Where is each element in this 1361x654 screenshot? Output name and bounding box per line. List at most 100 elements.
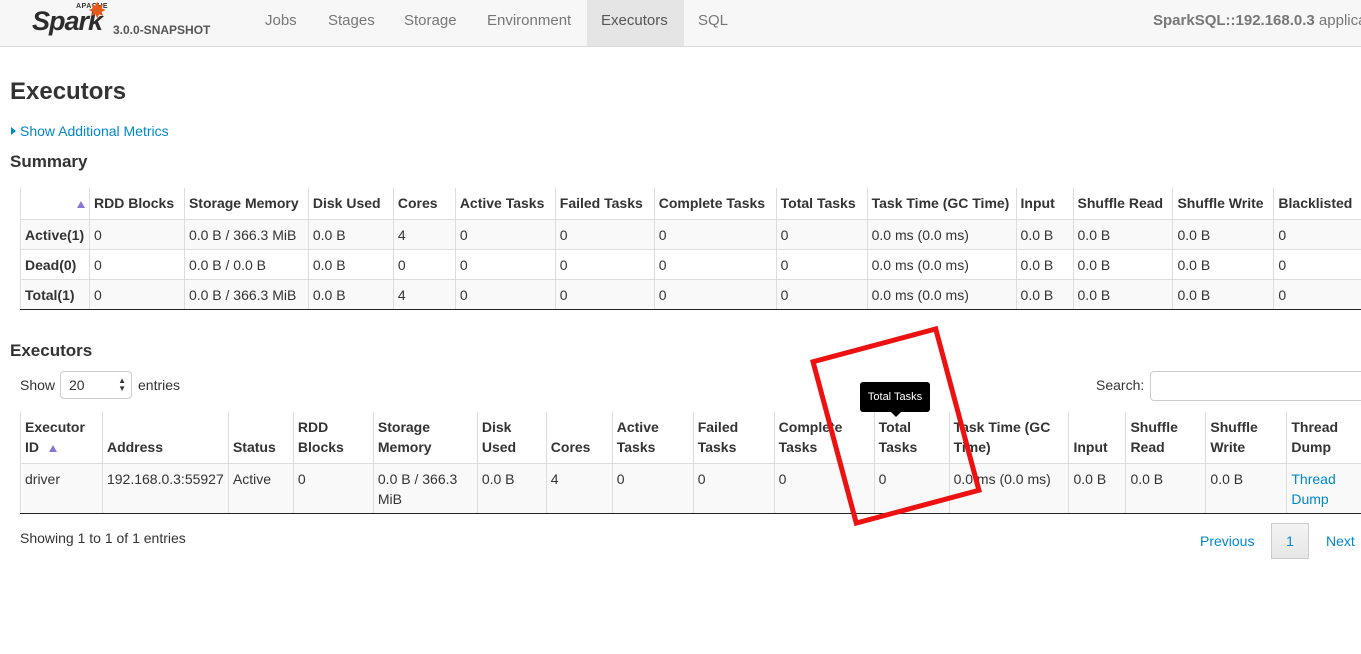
table-cell: 0	[292, 463, 374, 514]
show-additional-metrics-label: Show Additional Metrics	[20, 123, 169, 139]
summary-col-label[interactable]	[20, 188, 90, 220]
col-thread-dump[interactable]: Thread Dump	[1286, 412, 1361, 464]
summary-col-cores[interactable]: Cores	[392, 188, 456, 220]
table-cell: 0.0 B	[1015, 279, 1074, 310]
col-status[interactable]: Status	[227, 412, 294, 464]
table-cell: 0	[653, 249, 777, 280]
col-input[interactable]: Input	[1068, 412, 1126, 464]
table-cell: 0.0 B	[1015, 219, 1074, 250]
table-cell: 0.0 B	[1072, 219, 1173, 250]
table-cell: 0	[554, 249, 655, 280]
table-cell: 4	[392, 219, 456, 250]
executors-header-row: Executor ID Address Status RDD Blocks St…	[20, 412, 1361, 464]
col-total-tasks[interactable]: Total Tasks	[873, 412, 950, 464]
show-label: Show	[20, 377, 56, 393]
table-cell: 0	[454, 249, 556, 280]
col-complete-tasks[interactable]: Complete Tasks	[773, 412, 875, 464]
col-rdd-blocks[interactable]: RDD Blocks	[292, 412, 374, 464]
table-cell: driver	[20, 463, 103, 514]
col-failed-tasks[interactable]: Failed Tasks	[692, 412, 775, 464]
summary-col-rdd-blocks[interactable]: RDD Blocks	[88, 188, 185, 220]
table-cell: 0	[88, 219, 185, 250]
version-label: 3.0.0-SNAPSHOT	[113, 23, 211, 37]
table-cell: 0	[653, 219, 777, 250]
table-cell: 0	[773, 463, 875, 514]
table-cell: 0.0 B	[1172, 279, 1274, 310]
summary-col-total-tasks[interactable]: Total Tasks	[775, 188, 868, 220]
table-cell: 0	[692, 463, 775, 514]
summary-col-complete-tasks[interactable]: Complete Tasks	[653, 188, 777, 220]
summary-col-active-tasks[interactable]: Active Tasks	[454, 188, 556, 220]
app-title-name: SparkSQL::192.168.0.3	[1153, 12, 1315, 29]
app-title-suffix: applica	[1318, 12, 1361, 29]
table-cell: Dead(0)	[20, 249, 90, 280]
col-disk-used[interactable]: Disk Used	[476, 412, 547, 464]
tab-sql[interactable]: SQL	[684, 0, 742, 46]
col-task-time[interactable]: Task Time (GC Time)	[948, 412, 1069, 464]
entries-label: entries	[138, 377, 181, 393]
table-cell: 0	[392, 249, 456, 280]
summary-row-total: Total(1) 0 0.0 B / 366.3 MiB 0.0 B 4 0 0…	[20, 279, 1361, 310]
table-cell: 0.0 ms (0.0 ms)	[948, 463, 1069, 514]
table-cell: 0.0 ms (0.0 ms)	[866, 279, 1017, 310]
table-cell: Total(1)	[20, 279, 90, 310]
app-title: SparkSQL::192.168.0.3 applica	[1153, 12, 1361, 29]
summary-col-storage-memory[interactable]: Storage Memory	[183, 188, 309, 220]
table-cell: 0.0 B	[1205, 463, 1287, 514]
pagination-previous[interactable]: Previous	[1200, 533, 1254, 549]
tab-stages[interactable]: Stages	[314, 0, 389, 46]
sort-asc-icon	[48, 445, 57, 452]
select-arrows-icon: ▲ ▼	[118, 376, 126, 393]
table-cell: 0	[775, 249, 868, 280]
tab-jobs[interactable]: Jobs	[251, 0, 311, 46]
page-size-value: 20	[69, 377, 85, 393]
col-executor-id[interactable]: Executor ID	[20, 412, 103, 464]
tab-environment[interactable]: Environment	[473, 0, 585, 46]
table-cell: 0	[454, 219, 556, 250]
summary-col-shuffle-read[interactable]: Shuffle Read	[1072, 188, 1173, 220]
table-cell: 0.0 B	[1072, 279, 1173, 310]
table-cell: 0	[873, 463, 950, 514]
table-cell-thread-dump: Thread Dump	[1286, 463, 1361, 514]
table-cell: 0	[1273, 219, 1361, 250]
search-input[interactable]	[1150, 371, 1361, 401]
table-cell: 0	[611, 463, 694, 514]
tab-storage[interactable]: Storage	[390, 0, 471, 46]
table-cell: 0	[653, 279, 777, 310]
pagination-page-1[interactable]: 1	[1271, 523, 1309, 559]
col-cores[interactable]: Cores	[545, 412, 613, 464]
col-address[interactable]: Address	[101, 412, 229, 464]
summary-table: RDD Blocks Storage Memory Disk Used Core…	[20, 188, 1361, 310]
summary-col-blacklisted[interactable]: Blacklisted	[1273, 188, 1361, 220]
page-size-select[interactable]: 20 ▲ ▼	[60, 371, 132, 399]
table-cell: 4	[545, 463, 613, 514]
table-cell: 0	[554, 219, 655, 250]
pagination-next[interactable]: Next	[1326, 533, 1355, 549]
summary-heading: Summary	[10, 152, 88, 171]
showing-entries-info: Showing 1 to 1 of 1 entries	[20, 530, 186, 546]
sort-asc-icon	[76, 201, 85, 208]
col-shuffle-write[interactable]: Shuffle Write	[1205, 412, 1287, 464]
tab-executors[interactable]: Executors	[587, 0, 684, 46]
summary-row-dead: Dead(0) 0 0.0 B / 0.0 B 0.0 B 0 0 0 0 0 …	[20, 249, 1361, 280]
summary-col-disk-used[interactable]: Disk Used	[307, 188, 394, 220]
summary-col-shuffle-write[interactable]: Shuffle Write	[1172, 188, 1274, 220]
table-cell: 0	[88, 249, 185, 280]
summary-col-task-time[interactable]: Task Time (GC Time)	[866, 188, 1017, 220]
col-shuffle-read[interactable]: Shuffle Read	[1125, 412, 1206, 464]
table-cell: 0	[454, 279, 556, 310]
col-active-tasks[interactable]: Active Tasks	[611, 412, 694, 464]
table-cell: Active(1)	[20, 219, 90, 250]
top-navbar: APACHE Spark ✸ 3.0.0-SNAPSHOT Jobs Stage…	[0, 0, 1361, 47]
table-cell: 0.0 B / 366.3 MiB	[183, 219, 309, 250]
summary-col-failed-tasks[interactable]: Failed Tasks	[554, 188, 655, 220]
search-label: Search:	[1096, 377, 1145, 393]
summary-col-input[interactable]: Input	[1015, 188, 1074, 220]
table-cell: 0.0 B / 366.3 MiB	[183, 279, 309, 310]
table-cell: Active	[227, 463, 294, 514]
show-additional-metrics-link[interactable]: Show Additional Metrics	[11, 123, 169, 139]
table-cell: 192.168.0.3:55927	[101, 463, 229, 514]
thread-dump-link[interactable]: Thread Dump	[1291, 471, 1335, 507]
table-cell: 0	[775, 279, 868, 310]
col-storage-memory[interactable]: Storage Memory	[372, 412, 478, 464]
